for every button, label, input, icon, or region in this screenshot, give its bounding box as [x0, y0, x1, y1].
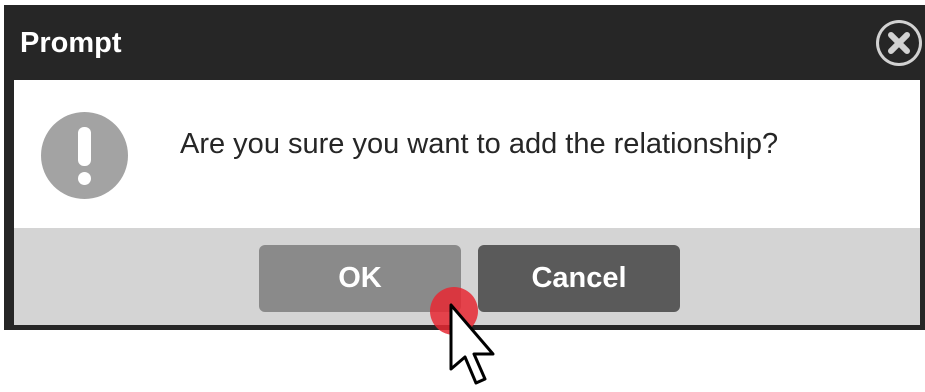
- dialog-message: Are you sure you want to add the relatio…: [180, 128, 779, 160]
- cancel-button[interactable]: Cancel: [478, 245, 680, 312]
- close-icon: [879, 23, 919, 63]
- dialog-button-bar: OK Cancel: [14, 228, 920, 325]
- dialog-title: Prompt: [20, 27, 122, 59]
- dialog-titlebar: Prompt: [4, 5, 925, 80]
- close-button[interactable]: [876, 20, 922, 66]
- prompt-dialog: Prompt Are you sure you want to add the …: [4, 5, 925, 330]
- ok-button[interactable]: OK: [259, 245, 461, 312]
- dialog-body: Are you sure you want to add the relatio…: [14, 80, 920, 228]
- exclamation-circle-icon: [41, 112, 128, 199]
